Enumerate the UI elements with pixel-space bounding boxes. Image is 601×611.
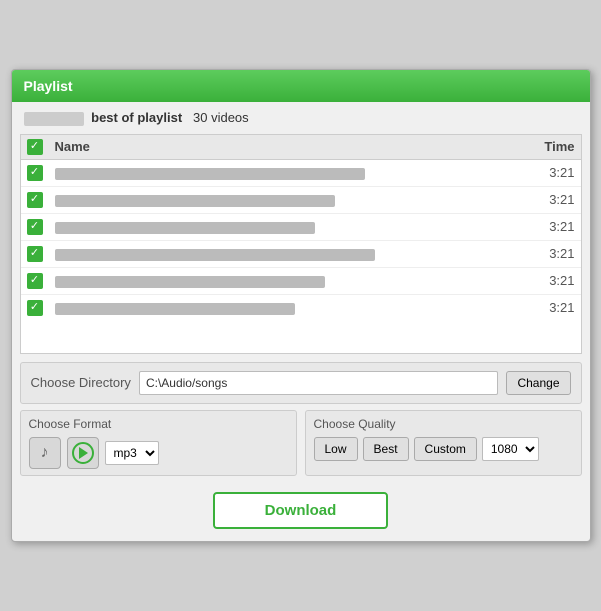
table-row: 3:21: [21, 214, 581, 241]
resolution-select[interactable]: 1080 720 480 360: [482, 437, 539, 461]
header-name-col: Name: [55, 139, 525, 154]
play-icon-button[interactable]: [67, 437, 99, 469]
row-name-3: [55, 219, 525, 234]
row-name-5: [55, 273, 525, 288]
change-button[interactable]: Change: [506, 371, 570, 395]
row-time-4: 3:21: [525, 246, 575, 261]
playlist-header: best of playlist 30 videos: [12, 102, 590, 134]
select-all-checkbox[interactable]: [27, 139, 43, 155]
table-row: 3:21: [21, 295, 581, 321]
row-time-2: 3:21: [525, 192, 575, 207]
row-check-1[interactable]: [27, 165, 55, 181]
row-name-2: [55, 192, 525, 207]
low-quality-button[interactable]: Low: [314, 437, 358, 461]
quality-section: Choose Quality Low Best Custom 1080 720 …: [305, 410, 582, 476]
play-triangle-icon: [79, 447, 88, 459]
quality-controls: Low Best Custom 1080 720 480 360: [314, 437, 573, 461]
format-section: Choose Format ♪ mp3 mp4 wav ogg: [20, 410, 297, 476]
format-quality-row: Choose Format ♪ mp3 mp4 wav ogg: [20, 410, 582, 476]
table-row: 3:21: [21, 241, 581, 268]
header-checkbox-col: [27, 139, 55, 155]
playlist-name: best of playlist: [91, 110, 182, 125]
main-window: Playlist best of playlist 30 videos Name…: [11, 69, 591, 542]
row-check-3[interactable]: [27, 219, 55, 235]
table-row: 3:21: [21, 268, 581, 295]
directory-row: Choose Directory Change: [31, 371, 571, 395]
table-header: Name Time: [21, 135, 581, 160]
music-icon: ♪: [41, 444, 49, 462]
quality-label: Choose Quality: [314, 417, 573, 431]
download-button[interactable]: Download: [213, 492, 389, 529]
playlist-table: Name Time 3:21 3:21 3:21 3:21 3:21: [20, 134, 582, 354]
row-name-4: [55, 246, 525, 261]
window-title: Playlist: [24, 78, 73, 94]
download-row: Download: [12, 482, 590, 541]
row-check-2[interactable]: [27, 192, 55, 208]
title-bar: Playlist: [12, 70, 590, 102]
row-name-6: [55, 300, 525, 315]
play-circle: [72, 442, 94, 464]
format-controls: ♪ mp3 mp4 wav ogg: [29, 437, 288, 469]
directory-section: Choose Directory Change: [20, 362, 582, 404]
row-time-6: 3:21: [525, 300, 575, 315]
table-row: 3:21: [21, 160, 581, 187]
row-check-6[interactable]: [27, 300, 55, 316]
video-count: 30 videos: [193, 110, 249, 125]
music-icon-button[interactable]: ♪: [29, 437, 61, 469]
custom-quality-button[interactable]: Custom: [414, 437, 477, 461]
directory-label: Choose Directory: [31, 375, 131, 390]
format-label: Choose Format: [29, 417, 288, 431]
row-time-1: 3:21: [525, 165, 575, 180]
directory-input[interactable]: [139, 371, 499, 395]
header-time-col: Time: [525, 139, 575, 154]
row-check-4[interactable]: [27, 246, 55, 262]
row-name-1: [55, 165, 525, 180]
best-quality-button[interactable]: Best: [363, 437, 409, 461]
format-select[interactable]: mp3 mp4 wav ogg: [105, 441, 159, 465]
row-time-3: 3:21: [525, 219, 575, 234]
table-row: 3:21: [21, 187, 581, 214]
row-time-5: 3:21: [525, 273, 575, 288]
username-blurred: [24, 112, 84, 126]
row-check-5[interactable]: [27, 273, 55, 289]
